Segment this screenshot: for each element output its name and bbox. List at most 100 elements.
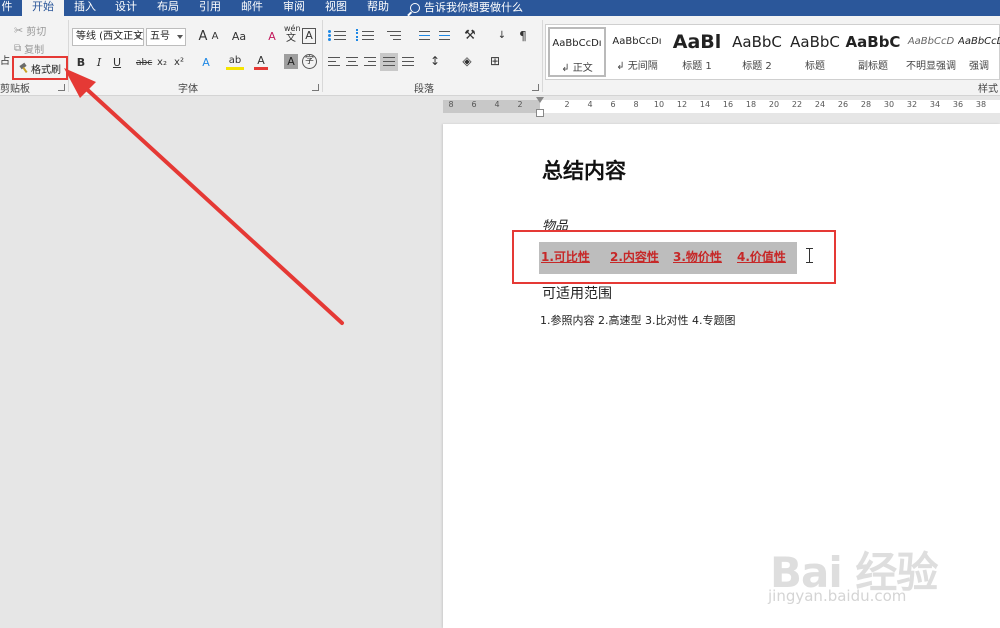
character-border-button[interactable]: A [302,28,316,44]
ruler-tick-label: 2 [564,100,570,109]
ruler-tick-label: 22 [791,100,803,109]
copy-icon: ⧉ [14,43,22,54]
tab-help[interactable]: 帮助 [358,0,398,16]
bullets-button[interactable] [328,29,350,43]
justify-button[interactable] [380,53,398,71]
chevron-down-icon [135,35,141,39]
italic-button[interactable]: I [92,54,106,72]
tab-view[interactable]: 视图 [316,0,356,16]
character-shading-button[interactable]: A [284,54,298,69]
style-no-spacing[interactable]: AaBbCcDı ↲ 无间隔 [608,27,666,77]
enclose-characters-button[interactable]: 字 [302,54,317,69]
style-name: 强调 [969,61,989,72]
ruler-tick-label: 2 [517,100,523,109]
clear-formatting-button[interactable]: A [264,28,280,46]
paste-button-label[interactable]: 占 [0,52,10,67]
copy-button[interactable]: ⧉ 复制 [14,41,44,56]
clipboard-launcher-icon[interactable] [58,84,65,91]
style-normal[interactable]: AaBbCcDı ↲ 正文 [548,27,606,77]
ruler-tick-label: 8 [448,100,454,109]
left-indent-marker[interactable] [536,109,544,117]
tell-me-label: 告诉我你想要做什么 [424,1,523,14]
ruler-tick-label: 38 [975,100,987,109]
tab-references[interactable]: 引用 [190,0,230,16]
style-preview: AaBbC [845,33,901,51]
text-effects-button[interactable]: A [198,54,214,72]
ruler-tick-label: 32 [906,100,918,109]
style-name: 标题 [805,61,825,72]
shrink-font-button[interactable]: A [208,28,222,46]
tell-me-search[interactable]: 告诉我你想要做什么 [410,0,523,16]
text-highlight-button[interactable]: ab [226,52,244,70]
ruler-tick-label: 26 [837,100,849,109]
phonetic-guide-button[interactable]: wén 文 [284,24,301,44]
style-title[interactable]: AaBbC 标题 [786,27,844,77]
strikethrough-button[interactable]: abc [136,54,152,72]
chevron-down-icon [177,35,183,39]
clipboard-group-label: 剪贴板 [0,84,30,95]
distributed-button[interactable] [402,56,416,68]
cut-button[interactable]: ✂ 剪切 [14,23,46,38]
bold-button[interactable]: B [74,54,88,72]
underline-button[interactable]: U [110,54,124,72]
shading-button[interactable]: ◈ [458,52,476,70]
baidu-watermark: Bai 经验 jingyan.baidu.com [740,515,990,615]
change-case-button[interactable]: Aa [228,28,250,46]
tab-review[interactable]: 审阅 [274,0,314,16]
ruler-tick-label: 36 [952,100,964,109]
tab-design[interactable]: 设计 [106,0,146,16]
line-spacing-button[interactable]: ↕ [426,52,444,70]
format-painter-button[interactable]: 格式刷 [12,56,68,80]
font-color-button[interactable]: A [254,52,268,70]
ruler-tick-label: 6 [610,100,616,109]
font-launcher-icon[interactable] [312,84,319,91]
style-preview: AaBl [672,31,722,53]
font-name-select[interactable]: 等线 (西文正文) [72,28,144,46]
align-right-button[interactable] [364,56,378,68]
format-painter-label: 格式刷 [31,64,61,76]
ruler-tick-label: 30 [883,100,895,109]
ribbon-tab-bar: 件 开始 插入 设计 布局 引用 邮件 审阅 视图 帮助 告诉我你想要做什么 [0,0,1000,16]
first-line-indent-marker[interactable] [536,97,544,103]
style-preview: AaBbCcDı [552,38,602,49]
style-subtitle[interactable]: AaBbC 副标题 [844,27,902,77]
styles-group-label: 样式 [978,84,998,95]
multilevel-list-button[interactable] [384,29,406,43]
superscript-button[interactable]: x² [172,54,186,72]
horizontal-ruler[interactable]: 8 6 4 2 2 4 6 8 10 12 14 16 18 20 22 24 26 28 30 32 34 36 38 [443,97,1000,117]
font-size-select[interactable]: 五号 [146,28,186,46]
chinese-layout-button[interactable]: ⚒ [458,27,482,45]
style-heading-1[interactable]: AaBl 标题 1 [668,27,726,77]
ribbon: 占 ✂ 剪切 ⧉ 复制 格式刷 剪贴板 等线 (西文正文) 五号 A A Aa … [0,16,1000,96]
borders-button[interactable]: ⊞ [486,52,504,70]
align-center-button[interactable] [346,56,360,68]
document-title: 总结内容 [542,159,626,183]
workspace-background [0,97,443,628]
tab-layout[interactable]: 布局 [148,0,188,16]
paragraph-launcher-icon[interactable] [532,84,539,91]
style-name: 不明显强调 [906,61,956,72]
sort-button[interactable]: ↓ [494,27,510,45]
ruler-tick-label: 10 [653,100,665,109]
decrease-indent-button[interactable] [414,29,430,43]
style-emphasis[interactable]: AaBbCcD 强调 [958,27,1000,77]
style-preview: AaBbC [790,33,840,51]
style-name: 标题 1 [682,61,712,72]
align-left-button[interactable] [328,56,342,68]
style-heading-2[interactable]: AaBbC 标题 2 [728,27,786,77]
paragraph-group-label: 段落 [414,84,434,95]
tab-file[interactable]: 件 [0,0,14,16]
tab-insert[interactable]: 插入 [64,0,106,16]
tab-mailings[interactable]: 邮件 [232,0,272,16]
style-subtle-emphasis[interactable]: AaBbCcD 不明显强调 [902,27,960,77]
style-name: 副标题 [858,61,888,72]
subscript-button[interactable]: x₂ [155,54,169,72]
ruler-tick-label: 14 [699,100,711,109]
copy-label: 复制 [24,45,45,56]
watermark-url: jingyan.baidu.com [768,587,907,605]
increase-indent-button[interactable] [434,29,450,43]
tab-home[interactable]: 开始 [22,0,64,16]
numbering-button[interactable] [356,29,378,43]
show-marks-button[interactable]: ¶ [516,27,530,45]
style-name: 标题 2 [742,61,772,72]
